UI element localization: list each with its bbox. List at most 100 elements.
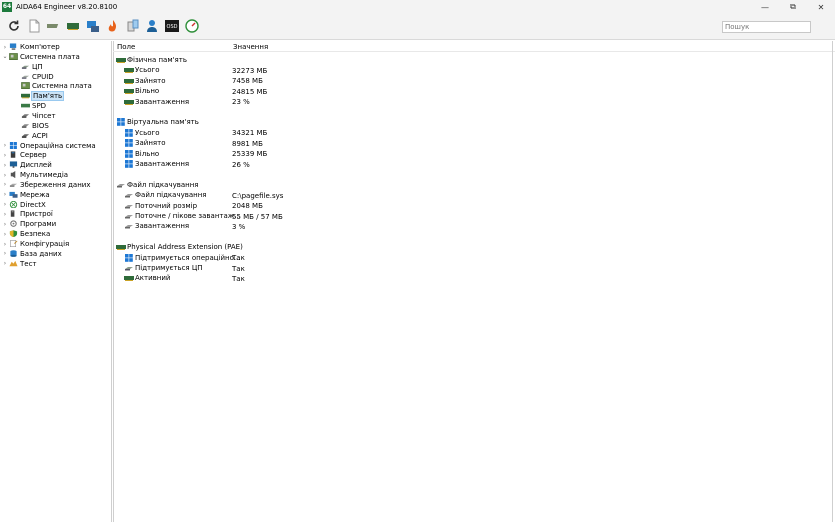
table-row[interactable]: Файл підкачування	[124, 190, 207, 200]
tree-item-label: Програми	[20, 220, 57, 229]
memory-icon	[124, 274, 134, 282]
tree-item[interactable]: › Дисплей	[1, 160, 52, 170]
tree-item[interactable]: › Тест	[1, 259, 37, 269]
group-header[interactable]: Фізична пам'ять	[116, 55, 187, 65]
tree-item[interactable]: › Комп'ютер	[1, 42, 60, 52]
table-row[interactable]: Підтримується операційно...	[124, 253, 241, 263]
windows-icon	[124, 139, 134, 147]
tree-item[interactable]: › Програми	[1, 219, 56, 229]
table-row[interactable]: Усього	[124, 65, 159, 75]
report-icon[interactable]	[27, 19, 41, 33]
close-button[interactable]: ✕	[807, 0, 835, 14]
tree-item[interactable]: Системна плата	[13, 81, 92, 91]
storage-icon	[9, 181, 18, 189]
tree-item-label: DirectX	[20, 200, 46, 209]
table-row[interactable]: Зайнято	[124, 76, 165, 86]
table-row[interactable]: Вільно	[124, 86, 159, 96]
chevron-right-icon[interactable]: ›	[1, 221, 9, 228]
osd-icon[interactable]: OSD	[165, 19, 179, 33]
motherboard-icon	[9, 53, 18, 61]
windows-icon	[124, 253, 134, 262]
memory-icon	[124, 98, 134, 106]
devices-icon	[9, 210, 18, 218]
tree-item[interactable]: ACPI	[13, 131, 48, 141]
motherboard-icon	[21, 82, 30, 90]
tree-item-label: ЦП	[32, 62, 43, 71]
tree-item[interactable]: › Безпека	[1, 229, 50, 239]
tree-item[interactable]: › База даних	[1, 249, 62, 259]
table-row[interactable]: Вільно	[124, 149, 159, 159]
network-icon[interactable]	[86, 19, 100, 33]
navigation-tree: › Комп'ютер ⌄ Системна плата ЦП CPUID Системна…	[0, 41, 112, 522]
config-icon	[9, 240, 18, 248]
tree-item[interactable]: › Збереження даних	[1, 180, 91, 190]
table-row[interactable]: Завантаження	[124, 221, 189, 231]
chevron-right-icon[interactable]: ›	[1, 152, 9, 159]
group-header[interactable]: Physical Address Extension (PAE)	[116, 242, 243, 252]
tree-item[interactable]: › Сервер	[1, 150, 47, 160]
flame-icon[interactable]	[106, 19, 120, 33]
tree-item[interactable]: › Конфігурація	[1, 239, 69, 249]
chevron-right-icon[interactable]: ›	[1, 260, 9, 267]
refresh-icon[interactable]	[7, 19, 21, 33]
app-logo: 64	[2, 2, 12, 12]
tree-item[interactable]: SPD	[13, 101, 46, 111]
chevron-right-icon[interactable]: ›	[1, 250, 9, 257]
field-value: 34321 МБ	[232, 129, 268, 138]
table-row[interactable]: Завантаження	[124, 97, 189, 107]
tree-item[interactable]: BIOS	[13, 121, 49, 131]
search-input[interactable]	[722, 21, 811, 33]
chevron-right-icon[interactable]: ›	[1, 201, 9, 208]
tree-item[interactable]: Чіпсет	[13, 111, 56, 121]
tree-item[interactable]: ЦП	[13, 62, 43, 72]
minimize-button[interactable]: —	[751, 0, 779, 14]
tree-item[interactable]: › Операційна система	[1, 141, 96, 151]
field-label: Файл підкачування	[127, 180, 199, 189]
motherboard-icon[interactable]	[47, 19, 61, 33]
table-row[interactable]: Підтримується ЦП	[124, 263, 203, 273]
field-label: Вільно	[135, 87, 160, 96]
field-value: 26 %	[232, 160, 250, 169]
tree-item-label: Мережа	[20, 190, 50, 199]
group-header[interactable]: Віртуальна пам'ять	[116, 117, 199, 127]
chevron-right-icon[interactable]: ›	[1, 211, 9, 218]
xbox-icon	[9, 200, 18, 209]
chevron-right-icon[interactable]: ›	[1, 44, 9, 51]
column-header-field[interactable]: Поле	[117, 43, 135, 51]
field-label: Завантаження	[135, 97, 190, 106]
memory-icon[interactable]	[66, 19, 80, 33]
window-title: AIDA64 Engineer v8.20.8100	[16, 3, 118, 11]
tree-item[interactable]: › Мультимедіа	[1, 170, 68, 180]
chevron-down-icon[interactable]: ⌄	[1, 53, 9, 60]
table-row[interactable]: Зайнято	[124, 138, 165, 148]
tree-item-label: Системна плата	[32, 82, 92, 91]
chevron-right-icon[interactable]: ›	[1, 181, 9, 188]
title-bar: 64 AIDA64 Engineer v8.20.8100 — ⧉ ✕	[0, 0, 835, 14]
table-row[interactable]: Поточний розмір	[124, 201, 197, 211]
chevron-right-icon[interactable]: ›	[1, 142, 9, 149]
chevron-right-icon[interactable]: ›	[1, 231, 9, 238]
table-row[interactable]: Активний	[124, 273, 170, 283]
column-header-value[interactable]: Значення	[233, 43, 268, 51]
tree-item[interactable]: › Мережа	[1, 190, 50, 200]
table-row[interactable]: Усього	[124, 128, 159, 138]
maximize-button[interactable]: ⧉	[779, 0, 807, 14]
pane-border	[832, 41, 833, 522]
table-row[interactable]: Завантаження	[124, 159, 189, 169]
field-label: Підтримується операційно...	[135, 253, 241, 262]
gauge-icon[interactable]	[185, 19, 199, 33]
cache-icon[interactable]	[126, 19, 140, 33]
tree-item[interactable]: › DirectX	[1, 200, 46, 210]
chevron-right-icon[interactable]: ›	[1, 191, 9, 198]
user-icon[interactable]	[146, 19, 160, 33]
tree-item[interactable]: CPUID	[13, 72, 54, 82]
table-row[interactable]: Поточне / пікове завантаж...	[124, 211, 241, 221]
chevron-right-icon[interactable]: ›	[1, 162, 9, 169]
chevron-right-icon[interactable]: ›	[1, 241, 9, 248]
group-header[interactable]: Файл підкачування	[116, 180, 199, 190]
tree-item[interactable]: › Пристрої	[1, 209, 53, 219]
tree-item[interactable]: Пам'ять	[13, 91, 65, 102]
tree-item[interactable]: ⌄ Системна плата	[1, 52, 79, 62]
chevron-right-icon[interactable]: ›	[1, 172, 9, 179]
database-icon	[9, 250, 18, 258]
